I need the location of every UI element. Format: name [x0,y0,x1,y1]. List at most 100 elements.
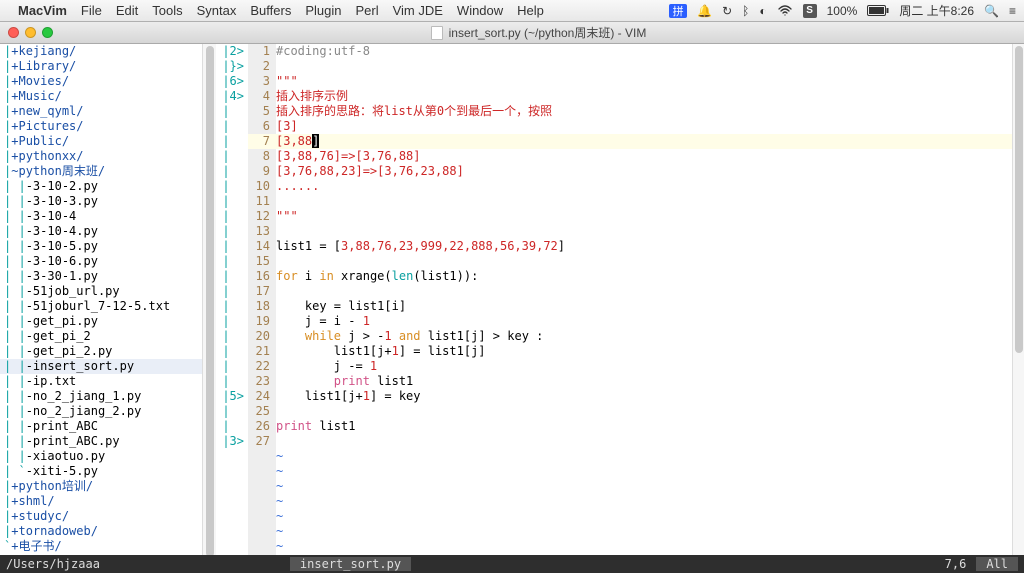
menu-syntax[interactable]: Syntax [197,3,237,18]
menu-edit[interactable]: Edit [116,3,138,18]
minimize-button[interactable] [25,27,36,38]
line-number: 11 [248,194,276,209]
nerdtree-item[interactable]: | |-print_ABC [0,419,202,434]
nerdtree-item[interactable]: |~python周末班/ [0,164,202,179]
nerdtree-item[interactable]: |+python培训/ [0,479,202,494]
line-number: 19 [248,314,276,329]
nerdtree-item[interactable]: | |-3-30-1.py [0,269,202,284]
sign-cell: | [216,119,248,134]
line-number: 23 [248,374,276,389]
menu-buffers[interactable]: Buffers [250,3,291,18]
display-icon[interactable]: ◐ [759,4,766,18]
timemachine-icon[interactable]: ↻ [722,4,732,18]
nerdtree-item[interactable]: | `-xiti-5.py [0,464,202,479]
nerdtree-item[interactable]: |+kejiang/ [0,44,202,59]
menu-file[interactable]: File [81,3,102,18]
line-number: 26 [248,419,276,434]
battery-icon[interactable] [867,5,889,16]
nerdtree-item[interactable]: |+tornadoweb/ [0,524,202,539]
line-number: 8 [248,149,276,164]
menu-window[interactable]: Window [457,3,503,18]
nerdtree-item[interactable]: | |-ip.txt [0,374,202,389]
nerdtree-item[interactable]: | |-51job_url.py [0,284,202,299]
nerdtree-item[interactable]: | |-no_2_jiang_1.py [0,389,202,404]
tilde-line: ~ [276,464,283,478]
code-l13 [276,224,1012,239]
nerdtree-item[interactable]: | |-print_ABC.py [0,434,202,449]
clock[interactable]: 周二 上午8:26 [899,2,974,19]
nerdtree-item[interactable]: | |-get_pi_2.py [0,344,202,359]
nerdtree-item[interactable]: |+studyc/ [0,509,202,524]
tilde-line: ~ [276,539,283,553]
sign-cell: | [216,179,248,194]
nerdtree-pane[interactable]: |+kejiang/|+Library/|+Movies/|+Music/|+n… [0,44,202,555]
line-number: 24 [248,389,276,404]
wifi-icon[interactable] [777,5,793,17]
menu-perl[interactable]: Perl [355,3,378,18]
menu-plugin[interactable]: Plugin [305,3,341,18]
line-number: 2 [248,59,276,74]
sign-cell: | [216,344,248,359]
sign-cell: | [216,299,248,314]
sign-cell: | [216,254,248,269]
nerdtree-item[interactable]: |+Movies/ [0,74,202,89]
code-l22: j -= 1 [276,359,1012,374]
nerdtree-item[interactable]: | |-xiaotuo.py [0,449,202,464]
nerdtree-item[interactable]: `+电子书/ [0,539,202,554]
nerdtree-item[interactable]: | |-3-10-4.py [0,224,202,239]
input-method-icon[interactable]: 拼 [669,4,687,18]
zoom-button[interactable] [42,27,53,38]
line-number: 17 [248,284,276,299]
menu-app[interactable]: MacVim [18,3,67,18]
battery-percent[interactable]: 100% [827,4,858,18]
code-l23: print list1 [276,374,1012,389]
line-number-column: 1234567891011121314151617181920212223242… [248,44,276,555]
sign-cell: | [216,194,248,209]
nerdtree-item[interactable]: | |-3-10-6.py [0,254,202,269]
sign-cell: |3> [216,434,248,449]
line-number: 3 [248,74,276,89]
nerdtree-item[interactable]: |+Pictures/ [0,119,202,134]
close-button[interactable] [8,27,19,38]
nerdtree-item[interactable]: | |-3-10-3.py [0,194,202,209]
menu-extra-icon[interactable]: ≡ [1009,4,1016,18]
nerdtree-item[interactable]: | |-get_pi.py [0,314,202,329]
code-l14: list1 = [3,88,76,23,999,22,888,56,39,72] [276,239,1012,254]
nerdtree-item[interactable]: |+pythonxx/ [0,149,202,164]
sogou-icon[interactable]: S [803,4,817,18]
code-l6: [3] [276,119,298,133]
nerdtree-item[interactable]: |+Public/ [0,134,202,149]
sign-cell: | [216,404,248,419]
tilde-line: ~ [276,449,283,463]
nerdtree-item[interactable]: | |-3-10-4 [0,209,202,224]
menubar-right: 拼 🔔 ↻ ᛒ ◐ S 100% 周二 上午8:26 🔍 ≡ [669,2,1016,19]
menu-tools[interactable]: Tools [152,3,182,18]
nerdtree-item[interactable]: | |-insert_sort.py [0,359,202,374]
nerdtree-item[interactable]: |+Library/ [0,59,202,74]
bluetooth-icon[interactable]: ᛒ [742,4,749,18]
line-number: 14 [248,239,276,254]
tilde-line: ~ [276,509,283,523]
cursor: ] [312,134,319,148]
code-area[interactable]: #coding:utf-8 """ 插入排序示例 插入排序的思路：将list从第… [276,44,1012,555]
nerdtree-item[interactable]: | |-get_pi_2 [0,329,202,344]
code-l10: ...... [276,179,319,193]
spotlight-icon[interactable]: 🔍 [984,4,999,18]
nerdtree-item[interactable]: | |-3-10-2.py [0,179,202,194]
nerdtree-item[interactable]: |+shml/ [0,494,202,509]
nerdtree-item[interactable]: | |-3-10-5.py [0,239,202,254]
nerdtree-scrollbar[interactable] [202,44,216,555]
nerdtree-item[interactable]: |+new_qyml/ [0,104,202,119]
line-number: 25 [248,404,276,419]
code-l7-current: [3,88] [276,134,1012,149]
nerdtree-item[interactable]: | |-no_2_jiang_2.py [0,404,202,419]
sign-cell: | [216,134,248,149]
nerdtree-item[interactable]: | |-51joburl_7-12-5.txt [0,299,202,314]
nerdtree-item[interactable]: |+Music/ [0,89,202,104]
menu-vimjde[interactable]: Vim JDE [393,3,443,18]
line-number: 9 [248,164,276,179]
menu-help[interactable]: Help [517,3,544,18]
notification-icon[interactable]: 🔔 [697,4,712,18]
code-scrollbar[interactable] [1012,44,1024,555]
code-l18: key = list1[i] [276,299,1012,314]
